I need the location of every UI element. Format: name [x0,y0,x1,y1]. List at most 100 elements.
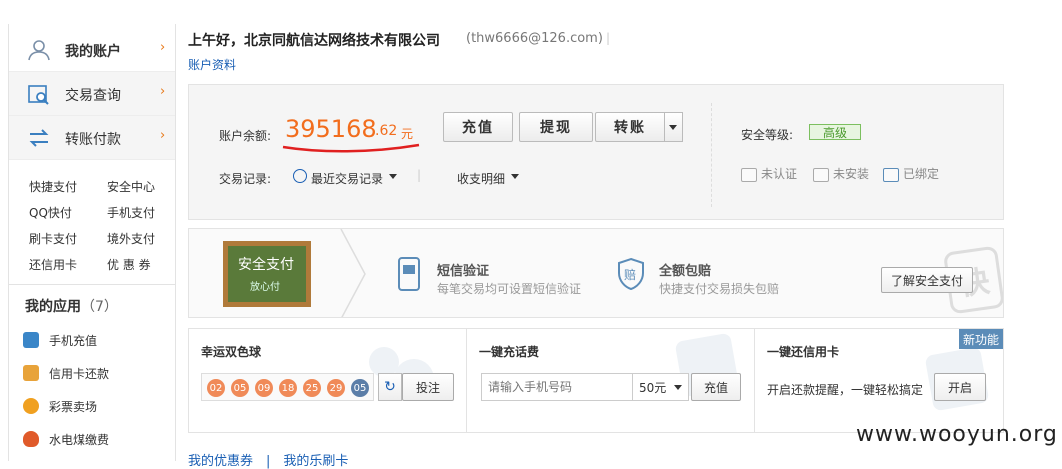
red-underline-mark [282,143,420,153]
separator: | [606,31,611,45]
security-item-phone-bound[interactable]: 已绑定 [883,165,939,183]
lottery-ball: 29 [327,379,345,397]
sidebar-item-label: 交易查询 [65,88,121,104]
shield-compensation-icon: 赔 [618,257,644,291]
sidebar-item-my-account[interactable]: 我的账户 › [9,28,175,72]
security-item-label: 未安装 [833,167,870,181]
card-title: 幸运双色球 [201,345,262,359]
feature-desc-sms: 每笔交易均可设置短信验证 [437,282,582,296]
account-panel: 账户余额: 395168 .62 元 充值 提现 转账 交易记录: 最近交易记录… [188,84,1004,220]
quick-link-qq-pay[interactable]: QQ快付 [29,204,72,221]
withdraw-button[interactable]: 提现 [519,112,593,142]
lottery-ball-blue: 05 [351,379,369,397]
quick-link-coupons[interactable]: 优 惠 券 [107,256,151,273]
apps-count: （7） [81,299,118,315]
lottery-ball: 25 [303,379,321,397]
divider [9,284,175,285]
chevron-right-icon: › [160,40,166,55]
app-label: 彩票卖场 [49,400,98,414]
security-level-text: 高级 [822,125,847,140]
lottery-ball: 18 [279,379,297,397]
app-label: 手机充值 [49,334,98,348]
recharge-submit-button[interactable]: 充值 [691,373,741,401]
user-icon [28,40,50,61]
security-item-label: 已绑定 [903,167,940,181]
chevron-right-icon: › [160,128,166,143]
lottery-icon [23,398,39,414]
transfer-button[interactable]: 转账 [595,112,665,142]
banner-chevron-divider [340,229,366,317]
apps-title-text: 我的应用 [25,299,81,315]
id-card-icon [741,167,757,182]
phone-grid-icon [883,167,899,182]
balance-integer: 395168 [285,115,377,143]
feature-title-sms: 短信验证 [437,264,490,279]
feature-desc-compensation: 快捷支付交易损失包赔 [659,282,780,296]
balance-decimal: .62 [375,123,398,139]
refresh-button[interactable]: ↻ [378,373,402,401]
svg-text:赔: 赔 [624,267,636,282]
sidebar-item-label: 我的账户 [65,44,121,60]
card-title: 一键还信用卡 [767,345,840,359]
separator: | [417,168,422,182]
chevron-right-icon: › [160,84,166,99]
learn-safe-pay-button[interactable]: 了解安全支付 [881,267,973,293]
board-text: 安全支付 [238,257,294,273]
income-detail-dropdown[interactable]: 收支明细 [457,170,505,187]
lottery-ball: 05 [231,379,249,397]
recharge-button[interactable]: 充值 [443,112,513,142]
credit-card-icon [23,365,39,381]
lottery-ball: 02 [207,379,225,397]
apps-title: 我的应用（7） [25,296,118,316]
app-label: 信用卡还款 [49,367,110,381]
flame-icon [23,431,39,447]
shield-check-icon [813,167,829,182]
sidebar-item-label: 转账付款 [65,132,121,148]
transfer-dropdown[interactable] [665,112,683,142]
site-watermark: www.wooyun.org [856,422,1058,447]
security-item-certificate[interactable]: 未安装 [813,165,869,183]
sidebar-item-transfer-payment[interactable]: 转账付款 › [9,116,175,160]
board-subtext: 放心付 [250,282,280,293]
coupon-links[interactable]: 我的优惠券 | 我的乐刷卡 [188,450,348,469]
quick-link-overseas-pay[interactable]: 境外支付 [107,230,155,247]
phone-number-input[interactable] [481,373,633,401]
card-lottery: 幸运双色球 02 05 09 18 25 29 05 ↻ 投注 [189,329,466,432]
records-label: 交易记录: [219,172,272,186]
security-label: 安全等级: [741,128,794,142]
recharge-amount-value: 50元 [639,380,667,395]
account-profile-link[interactable]: 账户资料 [188,56,236,73]
feature-title-compensation: 全额包赔 [659,264,712,279]
enable-reminder-button[interactable]: 开启 [934,373,986,401]
quick-link-express-pay[interactable]: 快捷支付 [29,178,77,195]
account-email: (thw6666@126.com) [466,31,603,46]
security-item-verification[interactable]: 未认证 [741,165,797,183]
quick-link-security-center[interactable]: 安全中心 [107,178,155,195]
security-level-badge: 高级 [809,124,861,140]
recharge-amount-select[interactable]: 50元 [633,373,689,401]
greeting: 上午好，北京同航信达网络技术有限公司 [188,33,440,49]
card-title: 一键充话费 [479,345,540,359]
quick-link-credit-repay[interactable]: 还信用卡 [29,256,77,273]
recent-records-dropdown[interactable]: 最近交易记录 [311,170,383,187]
caret-down-icon [674,385,682,390]
sidebar: 我的账户 › 交易查询 › 转账付款 › 快捷支付 安全中心 QQ快付 手机支付… [8,24,176,461]
transfer-arrows-icon [29,129,49,147]
quick-link-mobile-pay[interactable]: 手机支付 [107,204,155,221]
search-document-icon [28,85,49,105]
caret-down-icon [389,174,397,179]
caret-down-icon [669,125,677,130]
sidebar-item-transaction-query[interactable]: 交易查询 › [9,72,175,116]
clock-icon [293,169,307,183]
phone-icon [23,332,39,348]
balance-currency: 元 [401,127,414,141]
refresh-icon: ↻ [384,379,396,395]
security-item-label: 未认证 [761,167,798,181]
lottery-ball: 09 [255,379,273,397]
caret-down-icon [511,174,519,179]
credit-repay-desc: 开启还款提醒，一键轻松搞定 [767,383,924,397]
divider [711,103,712,207]
chalkboard-illustration: 安全支付 放心付 [223,241,311,307]
quick-link-card-pay[interactable]: 刷卡支付 [29,230,77,247]
bet-button[interactable]: 投注 [402,373,454,401]
